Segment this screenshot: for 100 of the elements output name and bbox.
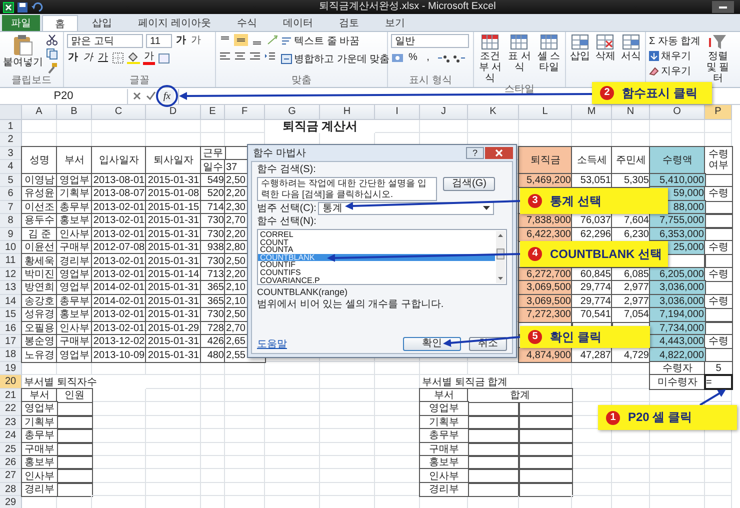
table-cell: 황세욱 <box>22 254 57 268</box>
row-header[interactable]: 4 <box>0 160 22 174</box>
grid-cell <box>225 456 265 470</box>
column-header[interactable]: O <box>650 105 705 120</box>
search-button[interactable]: 검색(G) <box>443 177 496 191</box>
style-button[interactable]: 표 서식 <box>506 34 533 73</box>
row-header[interactable]: 22 <box>0 402 22 416</box>
cancel-icon[interactable] <box>132 91 142 101</box>
row-header[interactable]: 2 <box>0 133 22 147</box>
column-header[interactable]: C <box>92 105 146 120</box>
wrap-text-button[interactable]: 텍스트 줄 바꿈 <box>281 34 390 48</box>
grid-cell <box>650 120 705 134</box>
align-left-icon[interactable] <box>219 50 231 62</box>
copy-icon[interactable] <box>46 48 58 60</box>
save-icon[interactable] <box>17 2 28 12</box>
currency-icon[interactable] <box>391 52 404 64</box>
column-header[interactable]: I <box>375 105 420 120</box>
scissors-icon[interactable] <box>46 34 58 46</box>
row-header[interactable]: 6 <box>0 187 22 201</box>
bold-button[interactable]: 가 <box>67 51 79 65</box>
row-header[interactable]: 19 <box>0 362 22 376</box>
column-header[interactable]: G <box>265 105 320 120</box>
group-label: 클립보드 <box>10 75 52 87</box>
close-button[interactable] <box>485 147 513 159</box>
ribbon-tab[interactable]: 삽입 <box>80 15 124 31</box>
cells-button[interactable]: 서식 <box>620 34 642 62</box>
autosum-button[interactable]: Σ 자동 합계 <box>649 34 701 48</box>
fill-bucket-icon[interactable] <box>127 52 140 64</box>
ribbon-tab[interactable]: 보기 <box>372 15 417 31</box>
row-header[interactable]: 15 <box>0 308 22 322</box>
clear-button[interactable]: 지우기 <box>649 64 701 78</box>
grow-font-button[interactable]: 가 <box>175 34 187 48</box>
italic-button[interactable]: 가 <box>82 51 94 65</box>
grid-cell <box>265 375 320 389</box>
cells-button[interactable]: 삽입 <box>569 34 592 62</box>
row-header[interactable]: 11 <box>0 254 22 268</box>
row-header[interactable]: 1 <box>0 120 22 134</box>
row-header[interactable]: 29 <box>0 496 22 508</box>
fill-button[interactable]: 채우기 <box>649 49 701 63</box>
row-header[interactable]: 18 <box>0 348 22 362</box>
align-center-icon[interactable] <box>234 50 246 62</box>
grid-cell <box>225 442 265 456</box>
ribbon-tab[interactable]: 수식 <box>224 15 269 31</box>
row-header[interactable]: 17 <box>0 335 22 348</box>
insert-function-button[interactable]: fx <box>160 90 174 102</box>
grid-cell <box>265 429 320 442</box>
shrink-font-button[interactable]: 가 <box>190 34 202 48</box>
comma-button[interactable]: , <box>422 51 434 65</box>
column-header[interactable]: K <box>468 105 519 120</box>
ok-button[interactable]: 확인 <box>403 337 461 351</box>
table-cell: 기획부 <box>420 416 468 430</box>
align-middle-icon[interactable] <box>234 34 248 46</box>
checkmark-icon[interactable] <box>146 91 156 101</box>
row-header[interactable]: 13 <box>0 281 22 295</box>
align-right-icon[interactable] <box>249 50 261 62</box>
column-header[interactable]: F <box>225 105 265 120</box>
border-icon[interactable] <box>112 52 124 64</box>
row-header[interactable]: 27 <box>0 469 22 483</box>
ribbon-tab[interactable]: 검토 <box>326 15 371 31</box>
column-header[interactable]: H <box>320 105 375 120</box>
ribbon-tab[interactable]: 파일 <box>2 15 40 31</box>
table-cell: 6,422,300 <box>519 228 572 241</box>
percent-button[interactable]: % <box>407 51 419 65</box>
ribbon-tab[interactable]: 페이지 레이아웃 <box>126 15 223 31</box>
column-header[interactable]: M <box>572 105 612 120</box>
row-header[interactable]: 20 <box>0 375 22 389</box>
number-format-field[interactable]: 일반 <box>391 34 469 48</box>
style-button[interactable]: 조건부 서식 <box>477 34 504 84</box>
row-header[interactable]: 24 <box>0 429 22 442</box>
help-button[interactable]: ? <box>466 147 484 159</box>
grid-cell <box>320 362 375 376</box>
cells-button[interactable]: 삭제 <box>594 34 617 62</box>
row-header[interactable]: 8 <box>0 214 22 228</box>
font-family-field[interactable]: 맑은 고딕 <box>67 34 143 48</box>
name-box[interactable]: P20 <box>0 88 128 104</box>
indent-icon[interactable] <box>264 50 276 62</box>
column-header[interactable]: E <box>201 105 225 120</box>
column-header[interactable]: N <box>612 105 650 120</box>
column-header[interactable]: P <box>705 105 732 120</box>
column-header[interactable]: A <box>22 105 57 120</box>
ribbon-tab[interactable]: 데이터 <box>270 15 325 31</box>
underline-button[interactable]: 가 <box>97 51 109 65</box>
undo-icon[interactable] <box>31 2 43 12</box>
ribbon-tab[interactable]: 홈 <box>42 15 78 31</box>
table-cell: 2013-02-01 <box>92 308 146 322</box>
search-field[interactable]: 수행하려는 작업에 대한 간단한 설명을 입력한 다음 [검색]을 클릭하십시오. <box>257 177 437 201</box>
sort-filter-button[interactable]: 정렬 및 필터 <box>704 34 732 84</box>
column-header[interactable]: L <box>519 105 572 120</box>
table-cell: 수령 여부 <box>705 146 732 174</box>
column-header[interactable]: B <box>57 105 92 120</box>
column-header[interactable]: J <box>420 105 468 120</box>
merge-center-button[interactable]: 병합하고 가운데 맞춤 <box>281 52 390 66</box>
paintbrush-icon[interactable] <box>46 62 58 74</box>
font-size-field[interactable]: 11 <box>146 34 172 48</box>
font-color-button[interactable]: 가 <box>143 51 155 65</box>
style-button[interactable]: 셀 스타일 <box>536 34 562 73</box>
paste-button[interactable]: 붙여넣기 <box>3 34 43 68</box>
column-header[interactable]: D <box>146 105 201 120</box>
minimize-button[interactable] <box>712 1 734 13</box>
scrollbar-drawing[interactable] <box>496 231 505 283</box>
